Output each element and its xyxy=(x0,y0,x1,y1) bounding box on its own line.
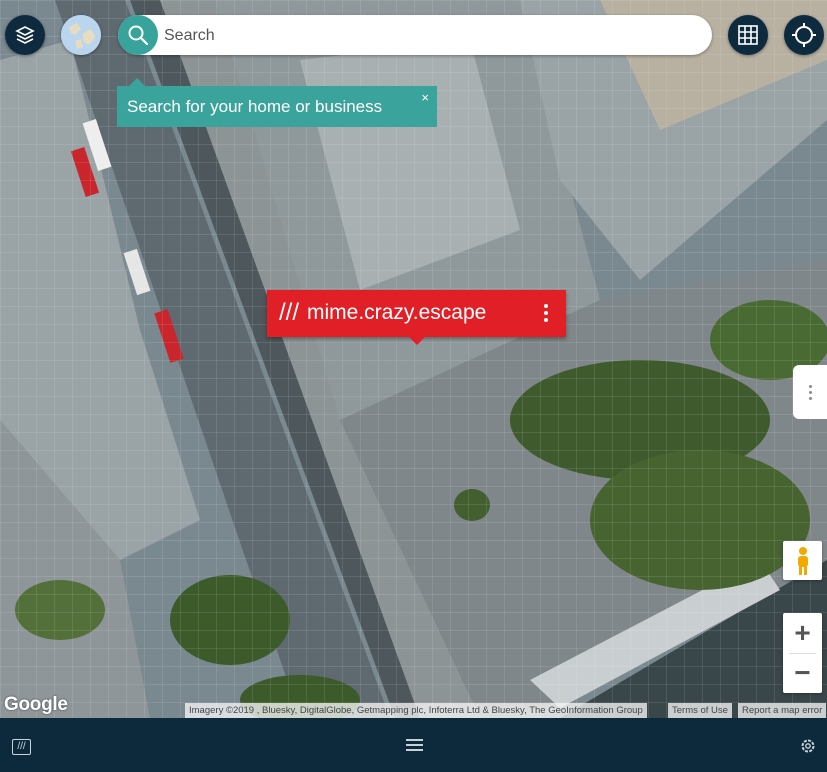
pegman-icon xyxy=(797,546,808,575)
gear-icon xyxy=(801,739,815,753)
my-location-button[interactable] xyxy=(784,15,824,55)
marker-menu-button[interactable] xyxy=(536,300,556,326)
grid-icon xyxy=(738,25,758,45)
zoom-in-button[interactable]: + xyxy=(783,613,822,653)
hamburger-icon[interactable] xyxy=(406,739,423,751)
side-panel-toggle[interactable] xyxy=(793,365,827,419)
plus-icon: + xyxy=(794,617,811,648)
zoom-control: + − xyxy=(783,613,822,693)
globe-icon xyxy=(61,15,101,55)
search-hint-text: Search for your home or business xyxy=(127,97,383,116)
search-input[interactable] xyxy=(162,23,686,49)
bottom-bar: /// xyxy=(0,718,827,772)
search-hint-tooltip: Search for your home or business × xyxy=(117,78,437,127)
more-vertical-icon xyxy=(808,384,812,400)
tooltip-close-button[interactable]: × xyxy=(421,90,429,105)
marker-slashes: /// xyxy=(279,299,300,326)
layers-button[interactable] xyxy=(5,15,45,55)
map-view[interactable]: Search for your home or business × /// m… xyxy=(0,0,827,718)
settings-button[interactable] xyxy=(799,737,817,760)
street-view-button[interactable] xyxy=(783,541,822,580)
grid-toggle-button[interactable] xyxy=(728,15,768,55)
report-map-error-link[interactable]: Report a map error xyxy=(738,703,827,718)
terms-of-use-link[interactable]: Terms of Use xyxy=(668,703,732,718)
search-icon xyxy=(128,25,149,46)
layers-icon xyxy=(15,26,35,44)
google-logo: Google xyxy=(4,694,68,715)
search-bar[interactable] xyxy=(118,15,712,55)
minus-icon: − xyxy=(794,657,811,688)
more-vertical-icon xyxy=(544,304,548,308)
crosshair-icon xyxy=(792,23,816,47)
imagery-attribution: Imagery ©2019 , Bluesky, DigitalGlobe, G… xyxy=(185,703,647,718)
search-button[interactable] xyxy=(118,15,158,55)
zoom-out-button[interactable]: − xyxy=(783,653,822,693)
map-style-button[interactable] xyxy=(61,15,101,55)
slashes-logo-icon[interactable]: /// xyxy=(12,739,31,755)
address-marker[interactable]: /// mime.crazy.escape xyxy=(267,290,566,345)
marker-words: mime.crazy.escape xyxy=(307,301,487,324)
